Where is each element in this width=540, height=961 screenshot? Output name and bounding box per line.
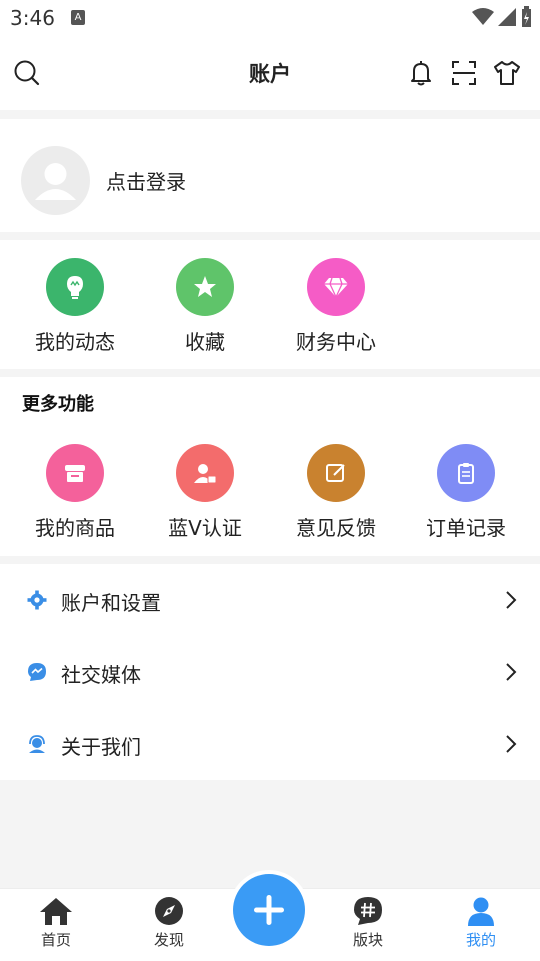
menu-item-label: 账户和设置	[61, 591, 161, 615]
login-prompt[interactable]: 点击登录	[106, 166, 186, 195]
quick-action-label: 收藏	[185, 330, 225, 354]
home-icon	[39, 895, 73, 927]
tab-mine[interactable]: 我的	[441, 895, 521, 950]
function-my-products[interactable]: 我的商品	[10, 444, 140, 541]
settings-menu: 账户和设置 社交媒体 关于我们	[0, 564, 540, 780]
diamond-icon	[307, 258, 365, 316]
tab-label: 发现	[153, 931, 184, 949]
scan-icon[interactable]	[449, 58, 479, 88]
person-icon	[464, 895, 498, 927]
notification-badge: A	[71, 10, 85, 25]
quick-action-finance[interactable]: 财务中心	[271, 258, 401, 355]
quick-action-label: 我的动态	[35, 330, 115, 354]
system-icons	[472, 6, 532, 28]
menu-item-label: 社交媒体	[61, 663, 141, 687]
chevron-right-icon	[506, 591, 517, 609]
cell-signal-icon	[498, 8, 516, 26]
menu-item-social-media[interactable]: 社交媒体	[0, 636, 540, 708]
battery-icon	[522, 6, 531, 27]
function-blue-v-verify[interactable]: 蓝V认证	[140, 444, 270, 541]
function-label: 订单记录	[426, 516, 506, 540]
avatar-placeholder-icon	[35, 163, 76, 200]
section-title: 更多功能	[22, 394, 94, 415]
tshirt-icon[interactable]	[492, 58, 522, 88]
quick-action-label: 财务中心	[296, 330, 376, 354]
status-bar: 3:46 A	[0, 0, 540, 36]
status-time: 3:46	[10, 6, 55, 30]
hash-icon	[351, 895, 385, 927]
avatar[interactable]	[21, 146, 90, 215]
menu-item-account-settings[interactable]: 账户和设置	[0, 564, 540, 636]
tab-label: 版块	[352, 931, 383, 949]
function-label: 我的商品	[35, 516, 115, 540]
quick-actions-card: 我的动态 收藏 财务中心	[0, 240, 540, 369]
create-post-button[interactable]	[233, 874, 305, 946]
compass-icon	[152, 895, 186, 927]
clipboard-icon	[437, 444, 495, 502]
bell-icon[interactable]	[406, 58, 436, 88]
app-header: 账户	[0, 36, 540, 110]
quick-action-my-posts[interactable]: 我的动态	[10, 258, 140, 355]
edit-icon	[307, 444, 365, 502]
more-functions-card: 更多功能 我的商品 蓝V认证 意见反馈 订单记录	[0, 377, 540, 556]
support-agent-icon	[29, 735, 45, 753]
menu-item-about-us[interactable]: 关于我们	[0, 708, 540, 780]
user-verify-icon	[176, 444, 234, 502]
function-label: 蓝V认证	[168, 516, 242, 540]
function-label: 意见反馈	[296, 516, 376, 540]
wifi-icon	[472, 8, 494, 25]
tab-label: 首页	[40, 931, 71, 949]
chevron-right-icon	[506, 735, 517, 753]
gear-icon	[27, 590, 47, 610]
function-order-records[interactable]: 订单记录	[401, 444, 531, 541]
lightbulb-icon	[46, 258, 104, 316]
shop-icon	[46, 444, 104, 502]
chevron-right-icon	[506, 663, 517, 681]
tab-boards[interactable]: 版块	[328, 895, 408, 950]
plus-icon	[254, 895, 284, 925]
function-feedback[interactable]: 意见反馈	[271, 444, 401, 541]
menu-item-label: 关于我们	[61, 735, 141, 759]
tab-discover[interactable]: 发现	[129, 895, 209, 950]
tab-label: 我的	[465, 931, 496, 949]
quick-action-favorites[interactable]: 收藏	[140, 258, 270, 355]
star-icon	[176, 258, 234, 316]
chat-bubble-icon	[28, 663, 46, 681]
tab-home[interactable]: 首页	[16, 895, 96, 950]
login-card[interactable]: 点击登录	[0, 119, 540, 232]
